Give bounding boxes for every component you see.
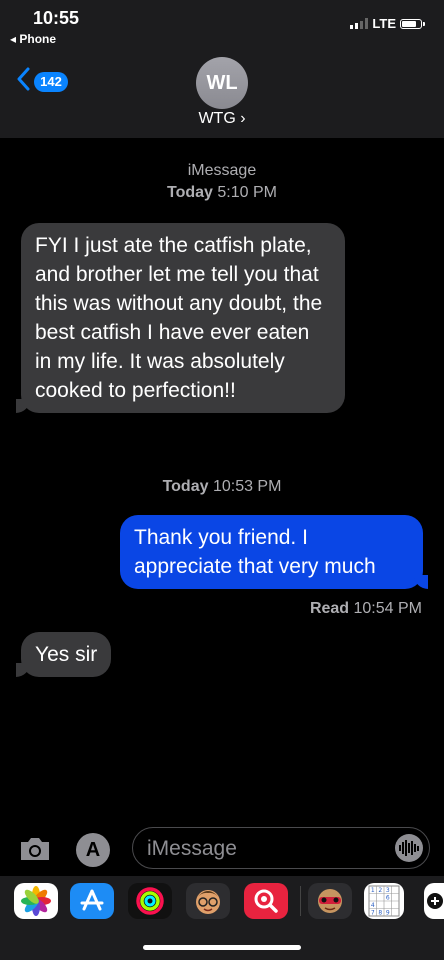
timestamp: Today 10:53 PM <box>0 478 444 496</box>
timestamp-day: Today <box>167 184 213 201</box>
signal-icon <box>350 18 369 29</box>
photos-icon[interactable] <box>14 883 58 919</box>
sudoku-digit: 2 <box>378 887 382 894</box>
sudoku-digit: 6 <box>386 895 390 902</box>
contact-name[interactable]: WTG › <box>0 110 444 128</box>
message-input-placeholder: iMessage <box>147 837 237 860</box>
read-label: Read <box>309 600 350 617</box>
web-search-icon[interactable] <box>244 883 288 919</box>
game-icon[interactable] <box>424 883 444 919</box>
message-input[interactable]: iMessage <box>132 827 430 869</box>
incoming-message[interactable]: Yes sir <box>15 632 112 677</box>
chevron-left-icon[interactable] <box>16 67 30 91</box>
sudoku-icon[interactable]: 1236 4789 <box>364 883 404 919</box>
network-label: LTE <box>372 16 396 31</box>
unread-count-badge[interactable]: 142 <box>34 72 68 92</box>
message-composer: A iMessage <box>0 820 444 876</box>
voice-waveform-icon[interactable] <box>395 834 423 862</box>
memoji-icon[interactable] <box>186 883 230 919</box>
animoji-icon[interactable] <box>308 883 352 919</box>
read-receipt: Read 10:54 PM <box>310 600 422 618</box>
timestamp-time: 5:10 PM <box>212 184 277 201</box>
activity-icon[interactable] <box>128 883 172 919</box>
conversation-header: 10:55 ◂ Phone LTE 142 WL WTG › <box>0 0 444 138</box>
drawer-divider <box>300 886 301 916</box>
sudoku-digit: 4 <box>371 902 375 909</box>
home-indicator[interactable] <box>143 945 301 950</box>
status-indicators: LTE <box>350 16 425 31</box>
app-drawer: 1236 4789 <box>0 876 444 960</box>
service-label: iMessage <box>187 162 257 179</box>
timestamp-day: Today <box>162 478 209 495</box>
read-time: 10:54 PM <box>349 600 423 617</box>
app-store-button[interactable]: A <box>76 833 110 867</box>
sudoku-digit: 9 <box>386 910 390 917</box>
camera-icon[interactable] <box>18 836 52 862</box>
timestamp: Today 5:10 PM <box>0 184 444 202</box>
app-store-icon[interactable] <box>70 883 114 919</box>
incoming-message[interactable]: FYI I just ate the catfish plate, and br… <box>16 223 345 413</box>
timestamp-time: 10:53 PM <box>208 478 282 495</box>
outgoing-message[interactable]: Thank you friend. I appreciate that very… <box>120 515 428 589</box>
battery-icon <box>400 18 425 29</box>
status-time: 10:55 <box>33 8 80 28</box>
avatar[interactable]: WL <box>196 57 248 109</box>
sudoku-digit: 8 <box>378 910 382 917</box>
sudoku-digit: 1 <box>371 887 375 894</box>
sudoku-digit: 7 <box>371 910 375 917</box>
back-to-app-link[interactable]: ◂ Phone <box>10 32 56 46</box>
sudoku-digit: 3 <box>386 887 390 894</box>
